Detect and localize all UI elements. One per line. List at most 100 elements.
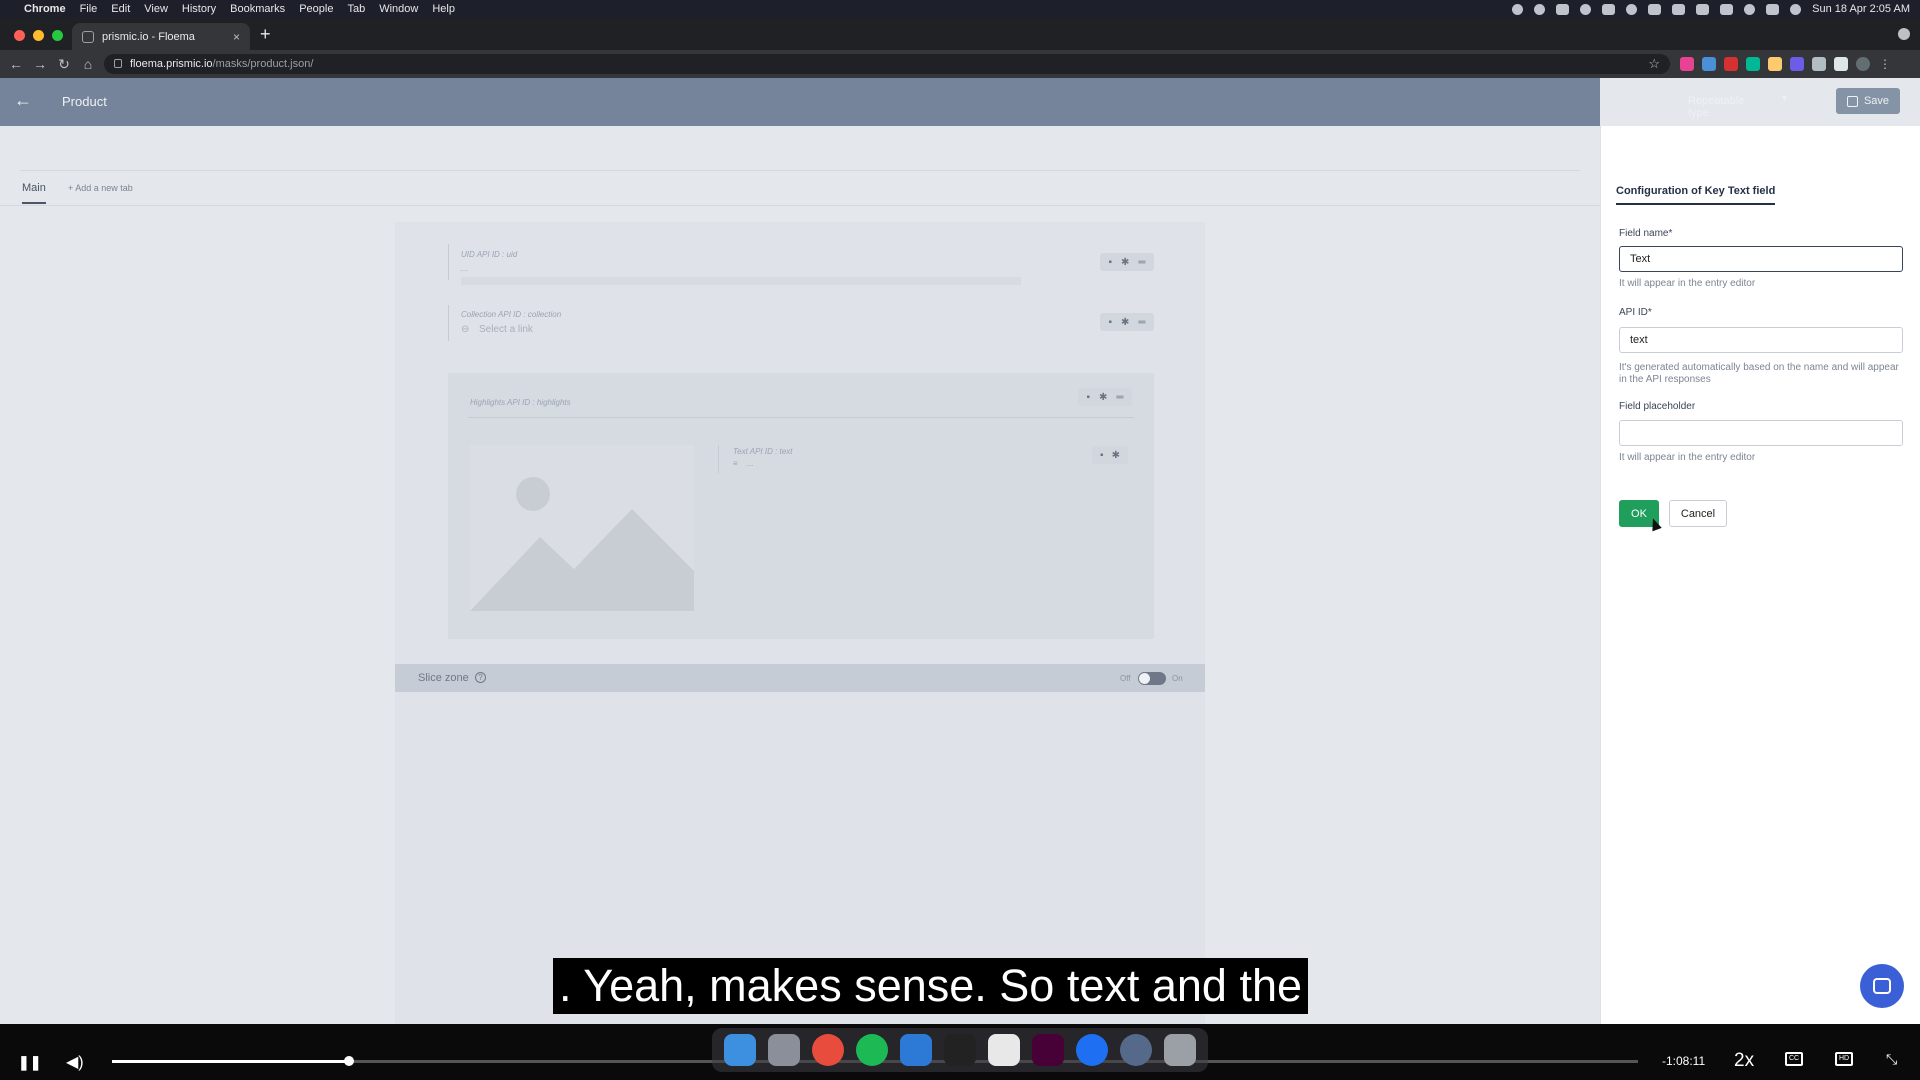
gear-icon[interactable]: ✱ — [1099, 392, 1107, 403]
extension-icon[interactable] — [1812, 57, 1826, 71]
launchpad-icon[interactable] — [768, 1034, 800, 1066]
close-tab-icon[interactable]: × — [233, 30, 240, 44]
menu-people[interactable]: People — [299, 3, 333, 15]
help-icon[interactable]: ? — [475, 672, 486, 683]
menu-tab[interactable]: Tab — [347, 3, 365, 15]
extension-icon[interactable] — [1724, 57, 1738, 71]
wifi-icon[interactable] — [1720, 3, 1734, 15]
field-name-input[interactable]: Text — [1619, 246, 1903, 272]
forward-icon[interactable]: → — [28, 56, 52, 72]
menu-edit[interactable]: Edit — [111, 3, 130, 15]
control-center-icon[interactable] — [1766, 3, 1780, 15]
siri-icon[interactable] — [1790, 3, 1802, 15]
slack-icon[interactable] — [988, 1034, 1020, 1066]
menu-file[interactable]: File — [80, 3, 98, 15]
menu-bookmarks[interactable]: Bookmarks — [230, 3, 285, 15]
slice-zone-toggle[interactable] — [1138, 672, 1166, 685]
quality-button[interactable]: HD — [1835, 1052, 1853, 1066]
extension-icon[interactable] — [1790, 57, 1804, 71]
back-arrow-icon[interactable]: ← — [14, 90, 32, 111]
add-tab-button[interactable]: + Add a new tab — [68, 183, 133, 193]
drag-handle-icon[interactable]: ═ — [1116, 392, 1123, 403]
tab-search-icon[interactable] — [1898, 28, 1910, 40]
chevron-down-icon[interactable]: ▾ — [1782, 93, 1787, 104]
highlights-group[interactable]: Highlights API ID : highlights ▪ ✱ ═ Text … — [448, 373, 1154, 639]
onepassword-icon[interactable] — [1580, 3, 1592, 15]
chat-bubble-button[interactable] — [1860, 964, 1904, 1008]
panel-title: Configuration of Key Text field — [1616, 185, 1776, 205]
close-window-icon[interactable] — [14, 30, 25, 41]
gear-icon[interactable]: ✱ — [1121, 317, 1129, 328]
field-placeholder-input[interactable] — [1619, 420, 1903, 446]
reload-icon[interactable]: ↻ — [52, 56, 76, 73]
menu-help[interactable]: Help — [432, 3, 455, 15]
trash-icon[interactable]: ▪ — [1086, 392, 1090, 403]
uid-input-line — [461, 277, 1021, 285]
collection-field[interactable]: Collection API ID : collection ⊖ Select … — [448, 305, 1154, 341]
menu-window[interactable]: Window — [379, 3, 418, 15]
image-placeholder[interactable] — [470, 445, 694, 611]
api-id-input[interactable]: text — [1619, 327, 1903, 353]
maximize-window-icon[interactable] — [52, 30, 63, 41]
battery-icon[interactable] — [1672, 3, 1686, 15]
extension-icon[interactable] — [1680, 57, 1694, 71]
captions-button[interactable]: CC — [1785, 1052, 1803, 1066]
minimize-window-icon[interactable] — [33, 30, 44, 41]
bookmark-star-icon[interactable]: ☆ — [1648, 56, 1660, 72]
gear-icon[interactable]: ✱ — [1121, 257, 1129, 268]
upload-icon[interactable] — [1602, 3, 1616, 15]
drag-handle-icon[interactable]: ═ — [1138, 257, 1145, 268]
menu-view[interactable]: View — [144, 3, 168, 15]
profile-avatar[interactable] — [1856, 57, 1870, 71]
extensions-puzzle-icon[interactable] — [1834, 57, 1848, 71]
extension-icon[interactable] — [1768, 57, 1782, 71]
spotify-icon[interactable] — [856, 1034, 888, 1066]
flag-icon[interactable] — [1648, 3, 1662, 15]
api-id-label: API ID* — [1619, 307, 1652, 318]
save-label: Save — [1863, 95, 1890, 107]
menu-chrome[interactable]: Chrome — [24, 3, 66, 15]
menu-history[interactable]: History — [182, 3, 216, 15]
adobe-xd-icon[interactable] — [1032, 1034, 1064, 1066]
trash-bin-icon[interactable] — [1164, 1034, 1196, 1066]
cloud-icon[interactable] — [1556, 3, 1570, 15]
bluetooth-icon[interactable] — [1696, 3, 1710, 15]
gear-icon[interactable]: ✱ — [1112, 450, 1120, 461]
record-icon[interactable] — [1512, 3, 1524, 15]
chrome-icon[interactable] — [812, 1034, 844, 1066]
new-tab-icon[interactable]: + — [260, 24, 271, 45]
mountain-icon — [470, 509, 694, 611]
save-button[interactable]: Save — [1836, 88, 1900, 114]
creative-cloud-icon[interactable] — [1534, 3, 1546, 15]
video-progress-thumb[interactable] — [343, 1056, 354, 1066]
playback-speed-button[interactable]: 2x — [1734, 1050, 1754, 1072]
text-field[interactable]: Text API ID : text ≡ ... — [718, 445, 1048, 473]
maps-pin-icon[interactable] — [1076, 1034, 1108, 1066]
onepassword-extension-icon[interactable] — [1702, 57, 1716, 71]
terminal-icon[interactable] — [944, 1034, 976, 1066]
pause-icon[interactable]: ❚❚ — [18, 1054, 41, 1071]
tab-main[interactable]: Main — [22, 182, 46, 204]
play-icon[interactable] — [1626, 3, 1638, 15]
home-icon[interactable]: ⌂ — [76, 56, 100, 72]
browser-menu-icon[interactable]: ⋮ — [1878, 57, 1892, 71]
volume-icon[interactable]: ◀) — [66, 1052, 84, 1072]
trash-icon[interactable]: ▪ — [1100, 450, 1104, 461]
trash-icon[interactable]: ▪ — [1108, 257, 1112, 268]
exit-fullscreen-icon[interactable]: ⤡ — [1886, 1051, 1897, 1068]
repeatable-type-select[interactable]: Repeatable type — [1688, 95, 1744, 119]
drag-handle-icon[interactable]: ═ — [1138, 317, 1145, 328]
app-icon[interactable] — [1120, 1034, 1152, 1066]
trash-icon[interactable]: ▪ — [1108, 317, 1112, 328]
vscode-icon[interactable] — [900, 1034, 932, 1066]
uid-field[interactable]: UID API ID : uid ... — [448, 244, 1154, 285]
collection-placeholder: Select a link — [479, 324, 533, 335]
finder-icon[interactable] — [724, 1034, 756, 1066]
back-icon[interactable]: ← — [4, 56, 28, 72]
browser-tab[interactable]: prismic.io - Floema × — [72, 23, 250, 50]
cancel-button[interactable]: Cancel — [1669, 500, 1727, 527]
address-bar[interactable]: floema.prismic.io/masks/product.json/ ☆ — [104, 54, 1670, 74]
extension-icon[interactable] — [1746, 57, 1760, 71]
menubar-clock[interactable]: Sun 18 Apr 2:05 AM — [1812, 3, 1910, 15]
spotlight-search-icon[interactable] — [1744, 3, 1756, 15]
